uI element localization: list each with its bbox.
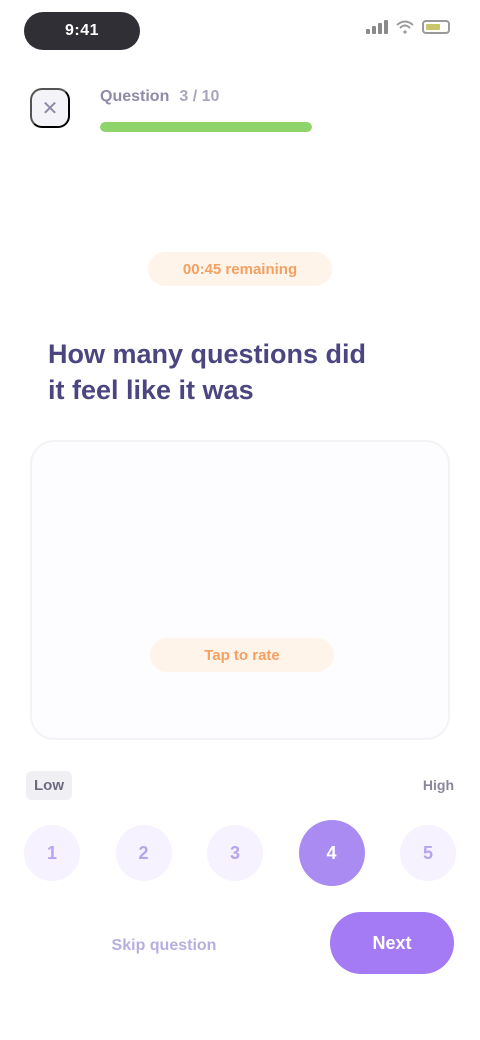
scale-option-1[interactable]: 1: [24, 825, 80, 881]
reaction-label: Tap to rate: [204, 646, 280, 664]
answer-card[interactable]: Tap to rate: [30, 440, 450, 740]
scale-right-label: High: [422, 777, 454, 793]
signal-icon: [366, 20, 388, 34]
next-button[interactable]: Next: [330, 912, 454, 974]
scale-option-4[interactable]: 4: [298, 820, 365, 886]
progress-section: Question 3 / 10: [100, 86, 312, 132]
status-time: 9:41: [24, 12, 140, 50]
status-bar: 9:41: [0, 0, 480, 64]
progress-label: Question: [100, 88, 170, 105]
footer: Skip question Next: [0, 906, 480, 986]
question-text: How many questions did it feel like it w…: [48, 339, 367, 405]
quiz-header: ✕ Question 3 / 10: [0, 72, 480, 162]
scale-header: Low High: [26, 770, 454, 800]
scale-option-5[interactable]: 5: [400, 825, 456, 881]
status-icons: [366, 20, 450, 34]
scale-option-2[interactable]: 2: [115, 825, 172, 881]
progress-text: Question 3 / 10: [100, 86, 312, 108]
skip-button[interactable]: Skip question: [96, 928, 232, 964]
rating-scale: 12345: [24, 818, 456, 888]
close-button[interactable]: ✕: [30, 88, 70, 128]
progress-bar: [100, 122, 312, 132]
reaction-chip: Tap to rate: [150, 638, 334, 672]
battery-icon: [422, 20, 450, 34]
progress-counter: 3 / 10: [179, 88, 220, 105]
timer-label: 00:45 remaining: [182, 260, 298, 278]
timer-chip: 00:45 remaining: [148, 252, 332, 286]
wifi-icon: [396, 20, 414, 34]
progress-bar-fill: [100, 122, 312, 132]
close-icon: ✕: [41, 97, 59, 120]
scale-left-label: Low: [26, 770, 72, 800]
scale-option-3[interactable]: 3: [207, 825, 263, 881]
